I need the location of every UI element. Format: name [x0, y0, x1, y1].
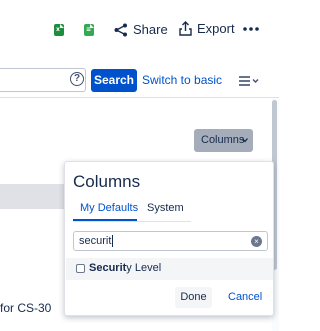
- clear-icon[interactable]: ×: [251, 236, 262, 247]
- chevron-down-icon: [252, 79, 259, 83]
- columns-picker-popover: Columns My Defaults System securit × Sec…: [64, 161, 274, 316]
- list-view-icon: [239, 76, 259, 86]
- columns-button[interactable]: Columns: [194, 129, 253, 152]
- tab-my-defaults[interactable]: My Defaults: [80, 202, 138, 214]
- search-button[interactable]: Search: [91, 69, 137, 92]
- more-horizontal-icon: [243, 27, 259, 31]
- column-filter-input[interactable]: securit ×: [73, 231, 268, 251]
- column-option-security-level[interactable]: Security Level: [66, 258, 273, 280]
- google-sheets-icon[interactable]: ≡: [84, 24, 94, 36]
- label-rest: y Level: [126, 262, 162, 274]
- share-icon: [114, 23, 127, 36]
- switch-to-basic-link[interactable]: Switch to basic: [142, 73, 222, 87]
- table-header: [0, 184, 66, 209]
- more-actions-button[interactable]: [243, 27, 259, 31]
- column-option-label: Security Level: [89, 262, 161, 274]
- done-button[interactable]: Done: [175, 287, 212, 308]
- table-row-text: for CS-30: [0, 301, 52, 315]
- export-button[interactable]: Export: [179, 21, 235, 36]
- tabs-divider: [73, 221, 191, 222]
- tab-system[interactable]: System: [147, 202, 184, 214]
- text-cursor: [112, 235, 114, 248]
- match-highlight: Securit: [89, 262, 127, 274]
- column-filter-value: securit: [79, 235, 112, 247]
- help-icon[interactable]: ?: [70, 72, 84, 86]
- view-list-menu[interactable]: [239, 74, 261, 86]
- share-label: Share: [133, 22, 168, 37]
- issue-toolbar: x ≡ Share Export: [0, 0, 279, 60]
- export-label: Export: [197, 21, 235, 36]
- columns-button-label: Columns: [201, 134, 245, 146]
- export-icon: [179, 21, 192, 36]
- share-button[interactable]: Share: [114, 22, 168, 37]
- popover-title: Columns: [73, 172, 141, 191]
- column-checkbox[interactable]: [76, 264, 85, 273]
- divider: [0, 97, 279, 98]
- cancel-button[interactable]: Cancel: [228, 291, 262, 303]
- excel-icon[interactable]: x: [54, 24, 64, 36]
- active-tab-indicator: [73, 219, 137, 221]
- chevron-down-icon: [242, 138, 248, 143]
